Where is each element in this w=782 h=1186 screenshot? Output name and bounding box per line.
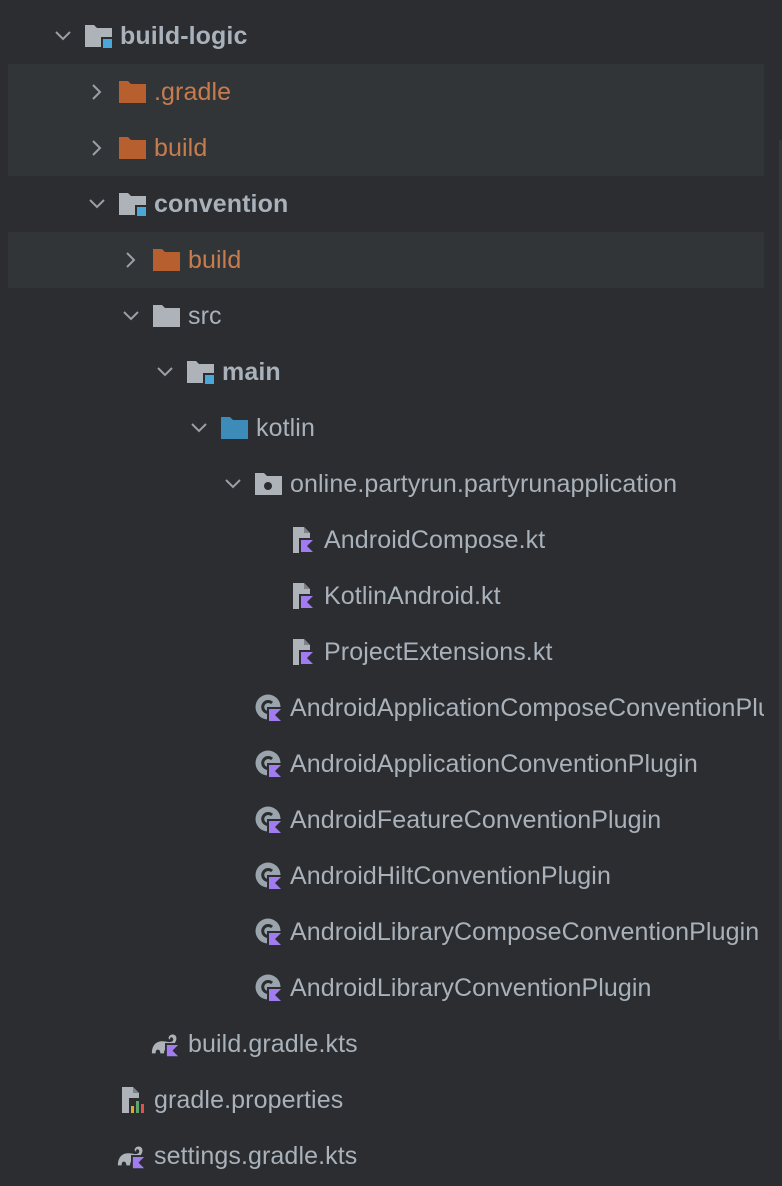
tree-item-label: ProjectExtensions.kt: [324, 638, 553, 666]
kotlin-file-icon: [293, 583, 315, 610]
tree-item-build-gradle-kts[interactable]: build.gradle.kts: [0, 1016, 764, 1072]
properties-file-icon: [122, 1087, 147, 1114]
kotlin-file-icon: [293, 527, 315, 554]
gradle-kts-icon: [117, 1146, 146, 1170]
folder-icon: [153, 305, 180, 327]
kotlin-file-icon: [293, 639, 315, 666]
tree-item-gradle-properties[interactable]: gradle.properties: [0, 1072, 764, 1128]
tree-item-label: AndroidCompose.kt: [324, 526, 546, 554]
tree-item-label: build.gradle.kts: [188, 1030, 358, 1058]
kotlin-class-icon: [255, 974, 283, 1002]
project-tree[interactable]: build-logic .gradle build convention bui…: [0, 0, 782, 1186]
tree-item-build[interactable]: build: [8, 120, 764, 176]
tree-item-build-logic[interactable]: build-logic: [0, 8, 764, 64]
tree-item-kotlin[interactable]: kotlin: [0, 400, 764, 456]
kotlin-class-icon: [255, 694, 283, 722]
tree-item-label: AndroidFeatureConventionPlugin: [290, 806, 662, 834]
tree-item-class[interactable]: AndroidApplicationConventionPlugin: [0, 736, 764, 792]
tree-item-file[interactable]: ProjectExtensions.kt: [0, 624, 764, 680]
tree-item-label: AndroidHiltConventionPlugin: [290, 862, 611, 890]
tree-item-label: build: [188, 246, 242, 274]
chevron-down-icon[interactable]: [87, 194, 107, 214]
tree-item-label: online.partyrun.partyrunapplication: [290, 470, 678, 498]
tree-item-package[interactable]: online.partyrun.partyrunapplication: [0, 456, 764, 512]
excluded-folder-icon: [119, 137, 146, 159]
tree-item-class[interactable]: AndroidHiltConventionPlugin: [0, 848, 764, 904]
chevron-down-icon[interactable]: [121, 306, 141, 326]
chevron-down-icon[interactable]: [53, 26, 73, 46]
module-folder-icon: [85, 25, 113, 49]
chevron-down-icon[interactable]: [189, 418, 209, 438]
tree-item-label: convention: [154, 190, 289, 218]
gradle-kts-icon: [151, 1034, 180, 1058]
excluded-folder-icon: [153, 249, 180, 271]
tree-item-class[interactable]: AndroidLibraryConventionPlugin: [0, 960, 764, 1016]
tree-item-label: src: [188, 302, 222, 330]
tree-item-class[interactable]: AndroidFeatureConventionPlugin: [0, 792, 764, 848]
tree-item-class[interactable]: AndroidLibraryComposeConventionPlugin: [0, 904, 764, 960]
excluded-folder-icon: [119, 81, 146, 103]
tree-item-label: kotlin: [256, 414, 315, 442]
tree-item-label: AndroidLibraryConventionPlugin: [290, 974, 652, 1002]
tree-item-label: AndroidApplicationComposeConventionPlugi…: [290, 694, 764, 722]
source-folder-icon: [221, 417, 248, 439]
tree-item-class[interactable]: AndroidApplicationComposeConventionPlugi…: [0, 680, 764, 736]
tree-item-label: KotlinAndroid.kt: [324, 582, 501, 610]
kotlin-class-icon: [255, 750, 283, 778]
tree-item-label: build: [154, 134, 208, 162]
tree-item-settings-gradle-kts[interactable]: settings.gradle.kts: [0, 1128, 764, 1184]
module-folder-icon: [119, 193, 147, 217]
chevron-right-icon[interactable]: [121, 250, 141, 270]
tree-item-label: AndroidApplicationConventionPlugin: [290, 750, 698, 778]
tree-item-convention-build[interactable]: build: [8, 232, 764, 288]
chevron-right-icon[interactable]: [87, 82, 107, 102]
tree-item-file[interactable]: AndroidCompose.kt: [0, 512, 764, 568]
kotlin-class-icon: [255, 918, 283, 946]
tree-item-main[interactable]: main: [0, 344, 764, 400]
tree-item-gradle-dir[interactable]: .gradle: [8, 64, 764, 120]
tree-item-label: settings.gradle.kts: [154, 1142, 358, 1170]
tree-item-label: AndroidLibraryComposeConventionPlugin: [290, 918, 760, 946]
module-folder-icon: [187, 361, 215, 385]
tree-item-label: build-logic: [120, 22, 248, 50]
tree-item-src[interactable]: src: [0, 288, 764, 344]
tree-item-label: gradle.properties: [154, 1086, 344, 1114]
tree-item-label: .gradle: [154, 78, 232, 106]
tree-item-label: main: [222, 358, 281, 386]
tree-item-convention[interactable]: convention: [0, 176, 764, 232]
kotlin-class-icon: [255, 862, 283, 890]
tree-item-file[interactable]: KotlinAndroid.kt: [0, 568, 764, 624]
package-icon: [255, 473, 282, 495]
chevron-down-icon[interactable]: [155, 362, 175, 382]
kotlin-class-icon: [255, 806, 283, 834]
chevron-down-icon[interactable]: [223, 474, 243, 494]
chevron-right-icon[interactable]: [87, 138, 107, 158]
